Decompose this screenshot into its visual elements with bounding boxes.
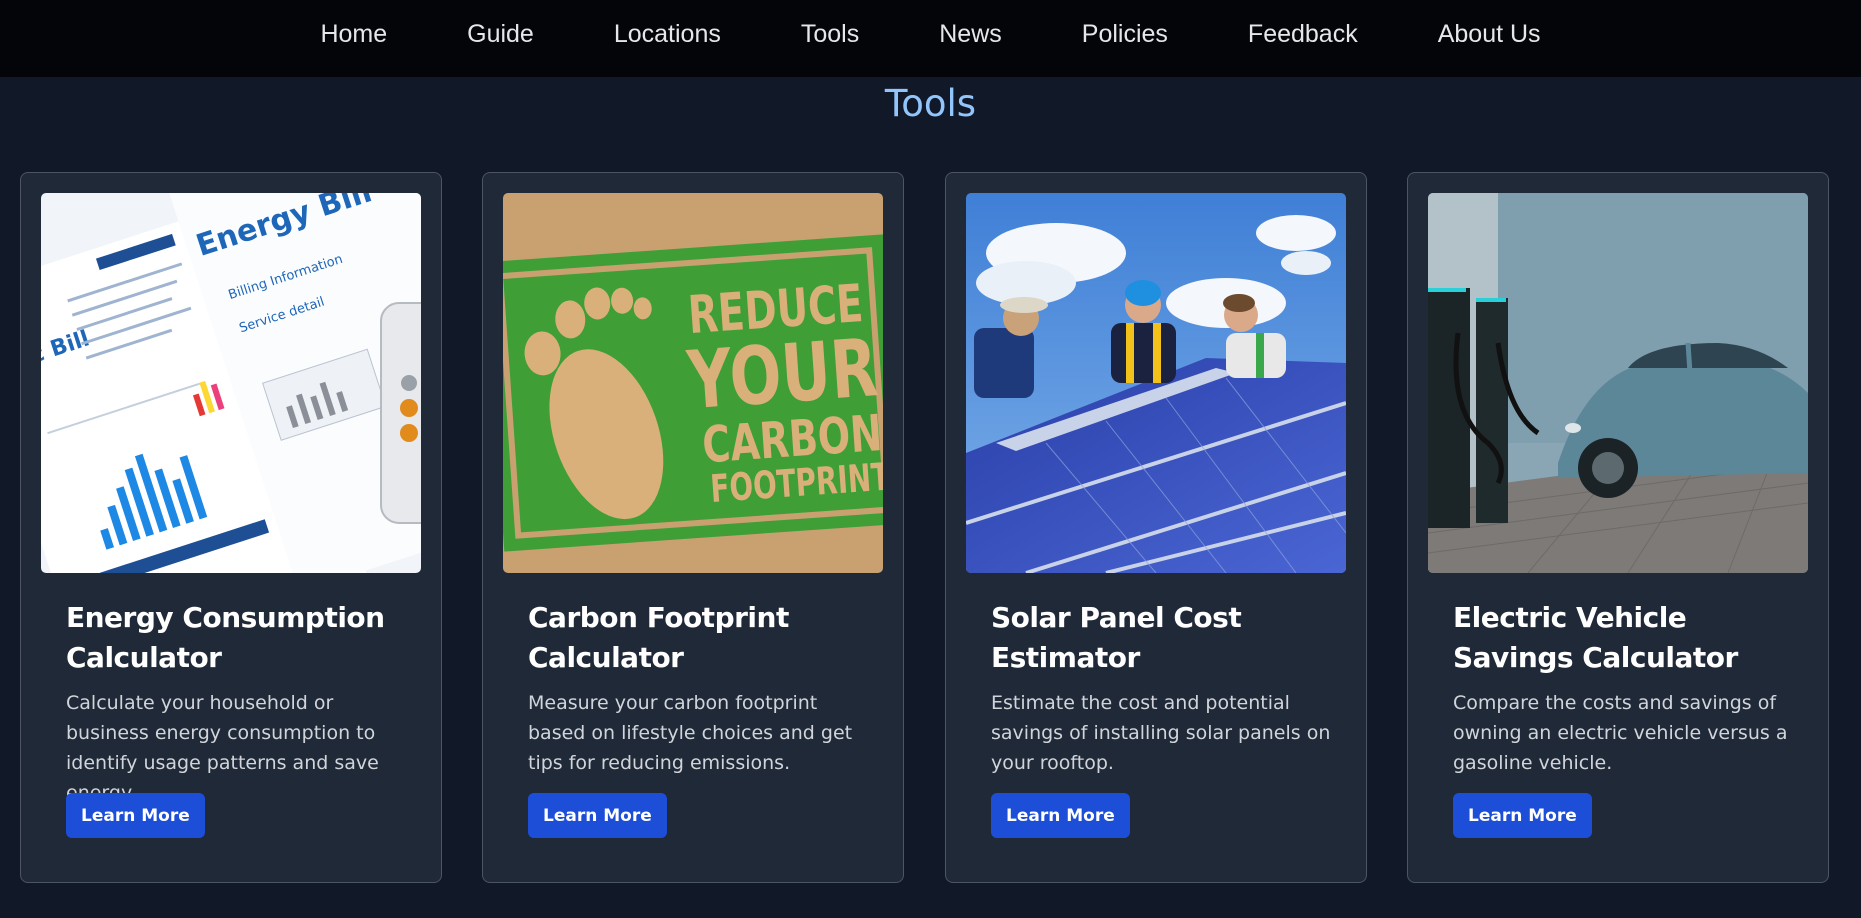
- page-title: Tools: [884, 82, 977, 125]
- card-description: Measure your carbon footprint based on l…: [528, 692, 853, 774]
- learn-more-button[interactable]: Learn More: [528, 793, 667, 838]
- nav-link-locations[interactable]: Locations: [614, 20, 721, 49]
- energy-bill-image: Energy Bill Billing Information Service …: [41, 193, 421, 573]
- nav-link-guide[interactable]: Guide: [467, 20, 534, 49]
- nav-link-policies[interactable]: Policies: [1082, 20, 1168, 49]
- tool-card-carbon-footprint: REDUCE YOUR CARBON FOOTPRINT Carbon Foot…: [482, 172, 904, 883]
- card-title: Electric Vehicle Savings Calculator: [1453, 601, 1738, 674]
- nav-link-about-us[interactable]: About Us: [1438, 20, 1541, 49]
- learn-more-button[interactable]: Learn More: [1453, 793, 1592, 838]
- tool-card-electric-vehicle: Electric Vehicle Savings Calculator Comp…: [1407, 172, 1829, 883]
- card-title: Energy Consumption Calculator: [66, 601, 385, 674]
- card-description: Estimate the cost and potential savings …: [991, 692, 1331, 774]
- card-description: Calculate your household or business ene…: [66, 692, 379, 804]
- card-description: Compare the costs and savings of owning …: [1453, 692, 1788, 774]
- carbon-footprint-image: REDUCE YOUR CARBON FOOTPRINT: [503, 193, 883, 573]
- tool-card-solar-panel: Solar Panel Cost Estimator Estimate the …: [945, 172, 1367, 883]
- solar-panel-workers-image: [966, 193, 1346, 573]
- nav-link-news[interactable]: News: [939, 20, 1002, 49]
- learn-more-button[interactable]: Learn More: [991, 793, 1130, 838]
- top-navbar: Home Guide Locations Tools News Policies…: [0, 0, 1861, 77]
- card-title: Solar Panel Cost Estimator: [991, 601, 1242, 674]
- tool-card-energy-consumption: Energy Bill Billing Information Service …: [20, 172, 442, 883]
- nav-link-home[interactable]: Home: [320, 20, 387, 49]
- nav-link-tools[interactable]: Tools: [801, 20, 859, 49]
- card-title: Carbon Footprint Calculator: [528, 601, 789, 674]
- learn-more-button[interactable]: Learn More: [66, 793, 205, 838]
- nav-link-feedback[interactable]: Feedback: [1248, 20, 1358, 49]
- electric-vehicle-charging-image: [1428, 193, 1808, 573]
